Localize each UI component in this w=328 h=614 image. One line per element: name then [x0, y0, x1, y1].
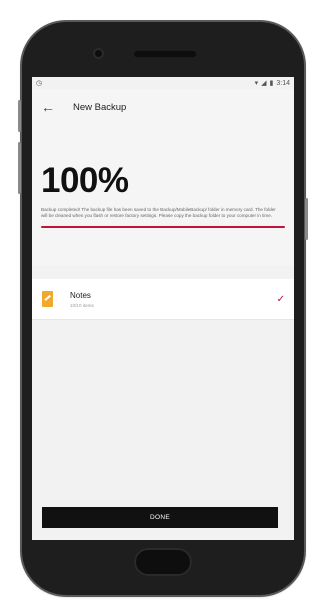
check-icon: ✓	[276, 293, 285, 305]
progress-percent: 100%	[41, 161, 129, 200]
earpiece-speaker	[134, 51, 196, 57]
front-camera	[93, 48, 104, 59]
volume-down-button	[18, 142, 21, 194]
status-bar: ◷ ▾ ◢ ▮ 3:14	[32, 77, 294, 89]
wifi-icon: ▾	[254, 80, 259, 87]
volume-up-button	[18, 100, 21, 132]
notes-icon	[42, 291, 53, 307]
battery-icon: ▮	[269, 80, 274, 87]
item-subtitle: 10/10 items	[70, 302, 94, 308]
home-button[interactable]	[134, 548, 192, 576]
backup-item-list: Notes 10/10 items ✓	[32, 279, 294, 320]
phone-frame: ◷ ▾ ◢ ▮ 3:14 ← New Backup 100% Backup co…	[18, 22, 308, 595]
progress-section: 100% Backup completed! The backup file h…	[32, 125, 294, 265]
notification-icon: ◷	[36, 80, 43, 87]
list-item[interactable]: Notes 10/10 items ✓	[32, 279, 294, 320]
signal-icon: ◢	[261, 80, 267, 87]
backup-description: Backup completed! The backup file has be…	[41, 207, 276, 219]
arrow-left-icon[interactable]: ←	[41, 100, 61, 114]
status-time: 3:14	[276, 79, 290, 87]
app-bar: ← New Backup	[32, 89, 294, 125]
progress-bar	[41, 225, 285, 229]
page-title: New Backup	[73, 101, 127, 113]
screen: ◷ ▾ ◢ ▮ 3:14 ← New Backup 100% Backup co…	[32, 77, 294, 540]
item-title: Notes	[70, 290, 91, 300]
done-button[interactable]: DONE	[42, 507, 278, 528]
power-button	[305, 198, 308, 240]
